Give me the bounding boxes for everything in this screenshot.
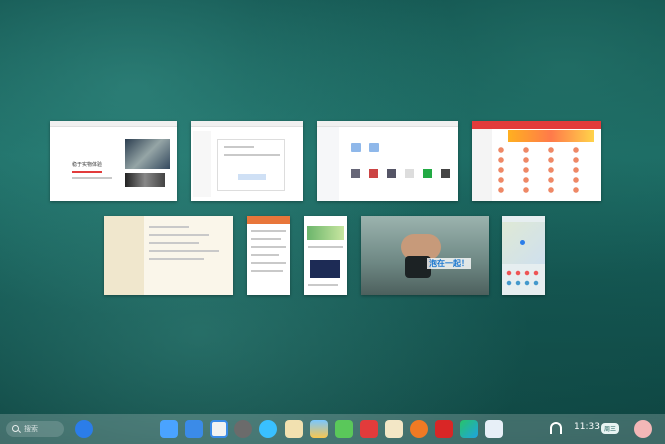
window-thumbnail-phone-app-1[interactable]: [247, 216, 290, 295]
folder-icon: [351, 143, 361, 152]
browser-icon[interactable]: [259, 420, 277, 438]
map-pin-icon: [520, 240, 525, 245]
video-app-icon[interactable]: [460, 420, 478, 438]
app-grid: [496, 145, 596, 197]
settings-gear-icon[interactable]: [234, 420, 252, 438]
photos-icon[interactable]: [310, 420, 328, 438]
taskbar: 搜索 11:33 周三: [0, 414, 665, 444]
launcher-grid-icon[interactable]: [160, 420, 178, 438]
dialog-box: [217, 139, 285, 191]
chat-app-icon[interactable]: [335, 420, 353, 438]
window-thumbnail-phone-store[interactable]: 稳于实物体验: [50, 121, 177, 201]
app-banner: [307, 226, 344, 240]
text-editor-icon[interactable]: [385, 420, 403, 438]
assistant-icon[interactable]: [75, 420, 93, 438]
video-caption: 泡在一起！: [427, 258, 471, 269]
file-icon: [351, 169, 360, 178]
display-settings-icon[interactable]: [210, 420, 228, 438]
file-icon: [441, 169, 450, 178]
window-thumbnail-app-store[interactable]: [472, 121, 601, 201]
folder-icon: [369, 143, 379, 152]
dialog-button: [238, 174, 266, 180]
window-thumbnail-file-manager[interactable]: [317, 121, 458, 201]
file-icon: [369, 169, 378, 178]
preview-heading: 稳于实物体验: [72, 162, 103, 168]
app-header: [247, 216, 290, 224]
search-placeholder: 搜索: [24, 425, 38, 433]
search-icon: [12, 425, 19, 432]
file-icon: [387, 169, 396, 178]
date-badge: 周三: [601, 423, 620, 434]
sidebar: [317, 127, 339, 201]
red-app-icon[interactable]: [435, 420, 453, 438]
file-icon: [423, 169, 432, 178]
video-preview: [310, 260, 340, 278]
window-thumbnail-notes[interactable]: [104, 216, 233, 295]
wifi-icon[interactable]: [550, 422, 562, 434]
avatar[interactable]: [634, 420, 652, 438]
clock[interactable]: 11:33: [574, 422, 600, 432]
map-app-icon[interactable]: [485, 420, 503, 438]
window-thumbnail-video-player[interactable]: 泡在一起！: [361, 216, 489, 295]
search-box[interactable]: 搜索: [6, 421, 64, 437]
app-icon-row: [506, 280, 541, 286]
product-image: [125, 173, 165, 187]
window-thumbnail-map-app[interactable]: [502, 216, 545, 295]
sidebar: [472, 129, 492, 201]
window-titlebar: [191, 121, 303, 127]
file-icon: [405, 169, 414, 178]
app-icon-row: [506, 270, 541, 276]
window-thumbnail-dialog[interactable]: [191, 121, 303, 201]
app-store-icon[interactable]: [360, 420, 378, 438]
product-image: [125, 139, 170, 169]
notes-icon[interactable]: [285, 420, 303, 438]
orange-app-icon[interactable]: [410, 420, 428, 438]
sidebar: [104, 216, 144, 295]
window-titlebar: [50, 121, 177, 127]
sidebar: [193, 131, 211, 197]
banner: [508, 130, 594, 142]
window-thumbnail-phone-app-2[interactable]: [304, 216, 347, 295]
store-header: [472, 121, 601, 129]
file-manager-icon[interactable]: [185, 420, 203, 438]
